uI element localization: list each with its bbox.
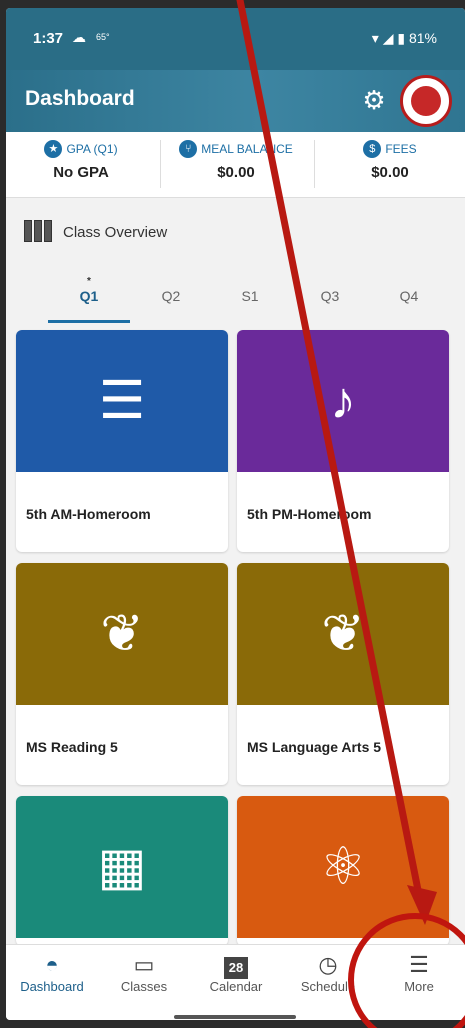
schedule-icon: ◷ [318,952,338,977]
nav-label: Calendar [209,979,263,994]
calculator-icon: ▦ [97,838,147,896]
app-bar: Dashboard ⚙ [6,70,465,132]
utensils-icon: ⑂ [179,140,198,158]
class-banner: ⚛ [237,796,449,938]
nav-calendar[interactable]: 28 Calendar [190,951,282,994]
stat-fees[interactable]: $ FEES $0.00 [315,140,465,181]
class-card[interactable]: ▦ [16,796,228,946]
device-frame: 1:37 ☁ 65° ▾ ◢ ▮ 81% Dashboard ⚙ ★ GPA (Q… [0,0,465,1028]
class-name: 5th AM-Homeroom [26,506,151,522]
nav-classes[interactable]: ▭ Classes [98,951,190,994]
nav-label: Schedule [300,979,356,994]
tab-label: Q4 [399,288,419,304]
bottom-nav: ◓ Dashboard ▭ Classes 28 Calendar ◷ Sche… [6,944,465,1020]
tab-indicator [48,320,130,323]
class-name: MS Reading 5 [26,739,118,755]
stat-fees-value: $0.00 [371,164,409,181]
battery-level: 81% [408,30,437,46]
stat-gpa-value: No GPA [53,164,109,181]
books-icon: ☰ [98,372,146,430]
tab-q4[interactable]: Q4 [369,288,449,304]
reading-icon: ❦ [321,605,365,663]
tab-q3[interactable]: Q3 [290,288,370,304]
stat-fees-label: FEES [385,142,417,156]
class-card[interactable]: ❦ MS Language Arts 5 [237,563,449,785]
term-tabs: * Q1 Q2 S1 Q3 Q4 [6,272,465,323]
stat-meal-balance[interactable]: ⑂ MEAL BALANCE $0.00 [161,140,311,181]
stat-meal-label: MEAL BALANCE [201,142,293,156]
class-name: MS Language Arts 5 [247,739,382,755]
page-title: Dashboard [25,87,135,110]
nav-label: Classes [120,979,168,994]
tab-q1[interactable]: * Q1 [49,276,129,304]
tab-label: Q1 [79,288,99,304]
stats-bar: ★ GPA (Q1) No GPA ⑂ MEAL BALANCE $0.00 $ FE… [6,132,465,198]
class-banner: ❦ [237,563,449,705]
class-card[interactable]: ❦ MS Reading 5 [16,563,228,785]
school-logo[interactable] [400,75,452,127]
weather-icon: ☁ [72,29,86,45]
class-banner: ❦ [16,563,228,705]
class-card[interactable]: ☰ 5th AM-Homeroom [16,330,228,552]
calendar-day: 28 [224,957,248,979]
nav-schedule[interactable]: ◷ Schedule [282,951,374,994]
class-overview-label: Class Overview [63,224,168,241]
dashboard-icon: ◓ [45,952,59,977]
menu-icon: ☰ [409,952,429,977]
tab-label: S1 [241,288,259,304]
reading-icon: ❦ [100,605,144,663]
class-name: 5th PM-Homeroom [247,506,372,522]
gear-icon[interactable]: ⚙ [359,85,389,115]
nav-label: Dashboard [20,979,84,994]
screen: 1:37 ☁ 65° ▾ ◢ ▮ 81% Dashboard ⚙ ★ GPA (Q… [6,8,465,1020]
battery-icon: ▮ [397,30,406,46]
nav-dashboard[interactable]: ◓ Dashboard [6,951,98,994]
stat-gpa-label: GPA (Q1) [66,142,118,156]
current-term-marker: * [87,276,91,287]
class-card[interactable]: ♪ 5th PM-Homeroom [237,330,449,552]
theater-masks-icon: ♪ [330,372,356,430]
class-banner: ☰ [16,330,228,472]
tab-s1[interactable]: S1 [210,288,290,304]
star-icon: ★ [44,140,63,158]
signal-icon: ◢ [382,30,394,46]
books-icon [24,220,52,242]
stat-gpa[interactable]: ★ GPA (Q1) No GPA [6,140,156,181]
stat-meal-value: $0.00 [217,164,255,181]
tab-q2[interactable]: Q2 [131,288,211,304]
atom-icon: ⚛ [319,838,367,896]
nav-label: More [404,979,434,994]
classes-icon: ▭ [133,952,155,977]
tab-label: Q2 [161,288,181,304]
nav-more[interactable]: ☰ More [373,951,465,994]
class-banner: ♪ [237,330,449,472]
status-right: ▾ ◢ ▮ 81% [372,30,437,47]
wifi-icon: ▾ [371,30,379,46]
tab-label: Q3 [320,288,340,304]
status-bar: 1:37 ☁ 65° ▾ ◢ ▮ 81% [6,8,465,70]
calendar-icon: 28 [190,951,282,979]
status-temp: 65° [96,32,110,42]
class-banner: ▦ [16,796,228,938]
dollar-icon: $ [363,140,382,158]
class-overview: Class Overview * Q1 Q2 S1 Q3 Q4 [6,198,465,338]
home-indicator [174,1015,296,1019]
status-time: 1:37 [33,30,64,47]
class-card[interactable]: ⚛ [237,796,449,946]
